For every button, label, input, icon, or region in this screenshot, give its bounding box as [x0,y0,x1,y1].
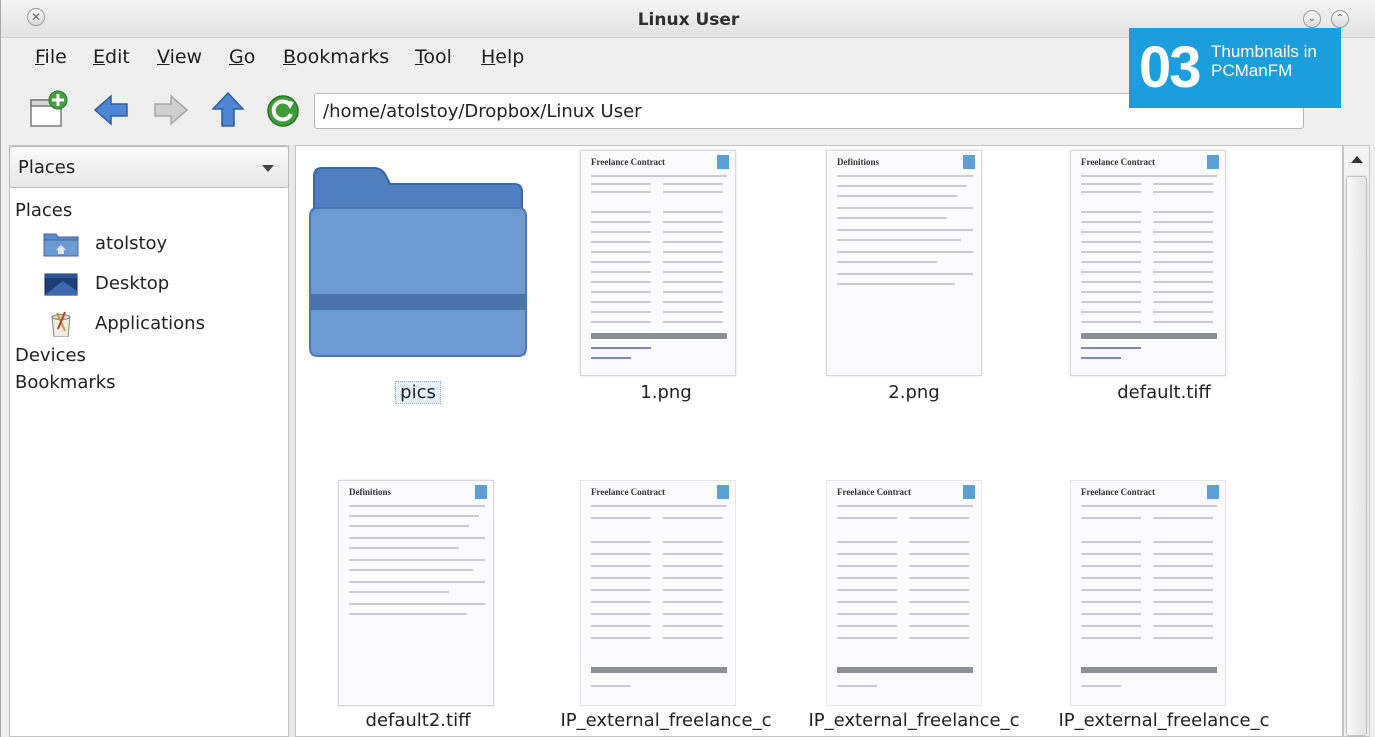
reload-icon [267,95,299,127]
thumbnail-title: Definitions [349,487,392,497]
image-thumbnail: Definitions [826,150,982,376]
menu-bookmarks[interactable]: Bookmarks [283,46,389,68]
chevron-down-icon [262,165,274,172]
places-heading[interactable]: Places [15,200,72,221]
image-thumbnail: Freelance Contract [1070,150,1226,376]
bookmarks-heading[interactable]: Bookmarks [15,372,116,393]
applications-icon [51,311,71,337]
thumbnail-title: Freelance Contract [1081,487,1156,497]
file-item-image[interactable]: Definitions default2.tiff [298,474,538,736]
file-item-image[interactable]: Definitions 2.png [794,146,1034,416]
image-thumbnail: Freelance Contract [580,150,736,376]
file-item-image[interactable]: Freelance Contract IP_external_freelance… [794,474,1034,736]
menu-view[interactable]: View [157,46,202,68]
file-name: IP_external_freelance_c [560,710,772,731]
file-name: pics [298,381,538,404]
back-button[interactable] [91,90,133,130]
thumbnail-title: Freelance Contract [591,487,666,497]
file-item-image[interactable]: Freelance Contract [1044,146,1284,416]
menu-go[interactable]: Go [229,46,255,68]
menu-tool[interactable]: Tool [415,46,452,68]
home-folder-icon [43,233,79,257]
sidebar-item-label: atolstoy [95,233,168,254]
sidebar-item-label: Desktop [95,273,170,294]
thumbnail-logo-icon [475,485,487,499]
file-name: IP_external_freelance_c [1058,710,1270,731]
reload-button[interactable] [263,90,305,130]
menu-file[interactable]: File [35,46,67,68]
side-pane-mode-label: Places [18,157,76,178]
folder-icon [309,167,527,357]
thumbnail-title: Definitions [837,157,880,167]
menu-help[interactable]: Help [481,46,524,68]
step-number: 03 [1139,35,1201,100]
maximize-window-button[interactable]: ⌃ [1331,10,1349,28]
file-name: IP_external_freelance_c [808,710,1020,731]
step-caption: Thumbnails in PCManFM [1211,42,1317,80]
back-arrow-icon [93,94,128,126]
thumbnail-logo-icon [1207,485,1219,499]
file-item-folder[interactable]: pics [298,146,538,416]
side-pane-mode-select[interactable]: Places [9,146,289,188]
file-view: pics Freelance Contract 1.png Definition… [295,145,1343,737]
up-button[interactable] [207,90,249,130]
image-thumbnail: Freelance Contract [1070,480,1226,706]
thumbnail-title: Freelance Contract [1081,157,1156,167]
devices-heading[interactable]: Devices [15,345,86,366]
thumbnail-logo-icon [963,485,975,499]
file-name: default.tiff [1117,382,1211,403]
image-thumbnail: Definitions [338,480,494,706]
menu-edit[interactable]: Edit [93,46,130,68]
forward-arrow-icon [154,94,189,126]
file-item-image[interactable]: Freelance Contract IP_external_freelance… [1044,474,1284,736]
file-name: 2.png [888,382,940,403]
scrollbar-thumb[interactable] [1346,176,1367,736]
step-caption-line-2: PCManFM [1211,61,1293,80]
image-thumbnail: Freelance Contract [826,480,982,706]
forward-button[interactable] [149,90,191,130]
file-name: 1.png [640,382,692,403]
step-caption-line-1: Thumbnails in [1211,42,1317,61]
thumbnail-logo-icon [1207,155,1219,169]
thumbnail-logo-icon [963,155,975,169]
file-item-image[interactable]: Freelance Contract IP_external_freelance… [546,474,786,736]
step-badge: 03 Thumbnails in PCManFM [1129,28,1341,108]
file-item-image[interactable]: Freelance Contract [546,146,786,416]
new-tab-button[interactable] [29,90,71,130]
new-tab-icon [30,90,68,127]
file-name: default2.tiff [365,710,471,731]
thumbnail-title: Freelance Contract [591,157,666,167]
file-manager-window: ✕ Linux User ⌄ ⌃ File Edit View Go Bookm… [0,0,1375,737]
window-title: Linux User [637,10,740,30]
thumbnail-logo-icon [717,485,729,499]
scroll-up-icon[interactable] [1351,156,1363,163]
minimize-window-button[interactable]: ⌄ [1303,10,1321,28]
up-arrow-icon [211,91,245,127]
thumbnail-title: Freelance Contract [837,487,912,497]
sidebar-item-label: Applications [95,313,205,334]
vertical-scrollbar[interactable] [1343,145,1370,737]
desktop-icon [44,273,78,296]
image-thumbnail: Freelance Contract [580,480,736,706]
thumbnail-logo-icon [717,155,729,169]
